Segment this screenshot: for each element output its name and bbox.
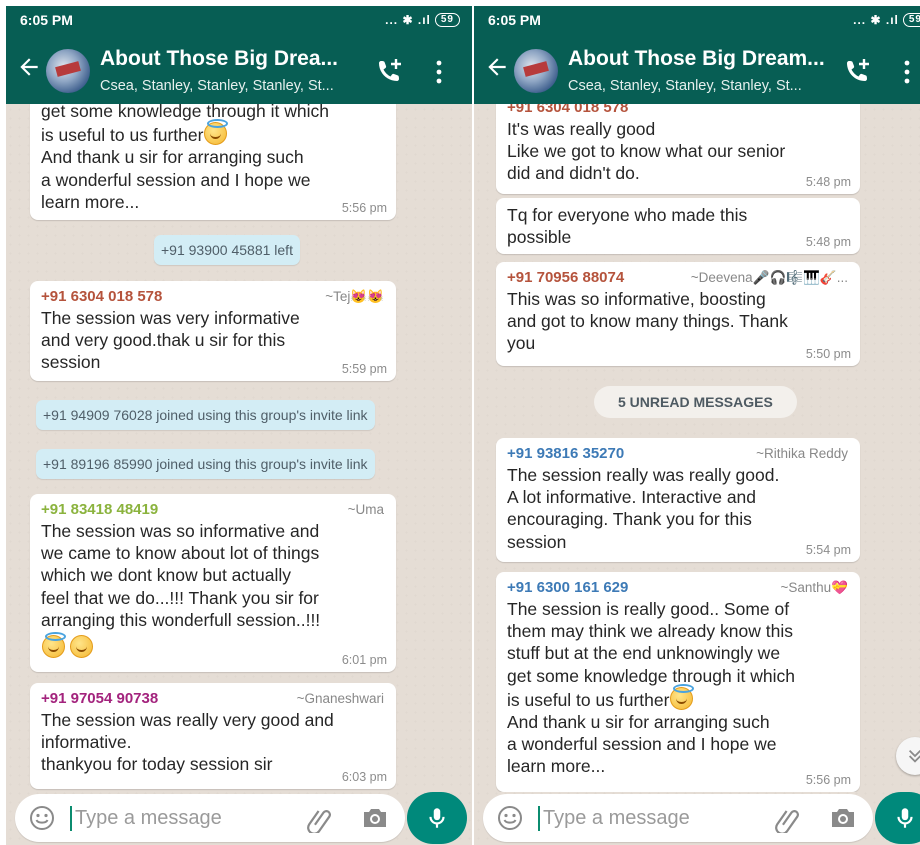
- message-text: The session really was really good. A lo…: [507, 465, 780, 552]
- message-input[interactable]: [75, 801, 285, 835]
- smiling-halo-emoji-icon: [670, 683, 695, 710]
- status-time: 6:05 PM: [20, 12, 73, 28]
- message-time: 6:01 pm: [341, 653, 387, 667]
- message-time: 5:54 pm: [805, 543, 851, 557]
- group-avatar[interactable]: [514, 49, 558, 93]
- microphone-icon: [897, 808, 913, 828]
- message-time: 5:56 pm: [805, 773, 851, 787]
- sender-number[interactable]: +91 83418 48419: [41, 500, 386, 520]
- message-text: And thank u sir for arranging such a won…: [41, 147, 311, 212]
- add-call-icon[interactable]: [844, 58, 872, 84]
- chat-header: About Those Big Dream... Csea, Stanley, …: [474, 34, 920, 104]
- group-title[interactable]: About Those Big Dream...: [568, 47, 825, 71]
- message-text: get some knowledge through it which is u…: [41, 104, 329, 146]
- status-time: 6:05 PM: [488, 12, 541, 28]
- voice-record-button[interactable]: [407, 792, 467, 844]
- system-notice: +91 93900 45881 left: [154, 235, 300, 265]
- message-text: The session was so informative and we ca…: [41, 521, 321, 630]
- message-bubble[interactable]: +91 70956 88074 ~Deevena🎤🎧🎼🎹🎸... This wa…: [496, 262, 860, 366]
- sender-alias: ~Uma: [347, 502, 384, 517]
- back-arrow-icon[interactable]: [484, 54, 510, 80]
- group-avatar[interactable]: [46, 49, 90, 93]
- microphone-icon: [429, 808, 445, 828]
- more-options-icon[interactable]: [434, 60, 444, 84]
- message-bubble[interactable]: +91 83418 48419 ~Uma The session was so …: [30, 494, 396, 672]
- message-time: 5:59 pm: [341, 362, 387, 376]
- smiling-halo-emoji-icon: [204, 119, 229, 146]
- message-bubble[interactable]: +91 93816 35270 ~Rithika Reddy The sessi…: [496, 438, 860, 562]
- sender-number[interactable]: +91 6304 018 578: [507, 104, 850, 118]
- more-options-icon[interactable]: [902, 60, 912, 84]
- status-bar: 6:05 PM ... ✱ .ıl 59: [6, 6, 472, 34]
- unread-messages-divider: 5 UNREAD MESSAGES: [594, 386, 797, 418]
- message-time: 6:03 pm: [341, 770, 387, 784]
- message-composer: [483, 794, 873, 842]
- sender-alias: ~Tej😻😻: [325, 289, 384, 304]
- battery-icon: 59: [902, 13, 920, 27]
- status-bar: 6:05 PM ... ✱ .ıl 59: [474, 6, 920, 34]
- signal-icons: ... ✱ .ıl 59: [853, 13, 920, 27]
- voice-record-button[interactable]: [875, 792, 920, 844]
- message-input[interactable]: [543, 801, 753, 835]
- sender-alias: ~Deevena🎤🎧🎼🎹🎸...: [690, 270, 848, 285]
- group-title[interactable]: About Those Big Drea...: [100, 47, 338, 71]
- scroll-down-button[interactable]: [896, 737, 920, 775]
- back-arrow-icon[interactable]: [16, 54, 42, 80]
- double-chevron-down-icon: [908, 749, 920, 763]
- sender-alias: ~Gnaneshwari: [296, 691, 384, 706]
- message-time: 5:50 pm: [805, 347, 851, 361]
- battery-icon: 59: [434, 13, 460, 27]
- emoji-icon[interactable]: [29, 805, 55, 831]
- message-text: The session was really very good and inf…: [41, 710, 334, 775]
- attach-icon[interactable]: [773, 805, 801, 833]
- message-text: The session is really good.. Some of the…: [507, 599, 795, 710]
- message-list[interactable]: +91 6304 018 578 It's was really good Li…: [474, 104, 920, 792]
- system-notice: +91 89196 85990 joined using this group'…: [36, 449, 375, 479]
- message-bubble[interactable]: +91 6304 018 578 ~Tej😻😻 The session was …: [30, 281, 396, 381]
- message-bubble[interactable]: get some knowledge through it which is u…: [30, 104, 396, 220]
- camera-icon[interactable]: [829, 806, 857, 830]
- smiling-halo-emoji-icon: [42, 632, 66, 659]
- system-notice: +91 94909 76028 joined using this group'…: [36, 400, 375, 430]
- smiling-emoji-icon: [70, 635, 94, 659]
- left-chat-screen: 6:05 PM ... ✱ .ıl 59 About Those Big Dre…: [6, 6, 472, 845]
- message-composer: [15, 794, 405, 842]
- message-bubble[interactable]: +91 6300 161 629 ~Santhu💝 The session is…: [496, 572, 860, 792]
- attach-icon[interactable]: [305, 805, 333, 833]
- message-text: This was so informative, boosting and go…: [507, 289, 788, 354]
- sender-alias: ~Rithika Reddy: [756, 446, 848, 461]
- signal-icons: ... ✱ .ıl 59: [385, 13, 460, 27]
- message-text: It's was really good Like we got to know…: [507, 119, 786, 184]
- text-caret: [538, 806, 540, 831]
- message-time: 5:48 pm: [805, 235, 851, 249]
- emoji-icon[interactable]: [497, 805, 523, 831]
- message-bubble[interactable]: Tq for everyone who made this possible 5…: [496, 198, 860, 254]
- group-members[interactable]: Csea, Stanley, Stanley, Stanley, St...: [568, 78, 802, 94]
- message-bubble[interactable]: +91 6304 018 578 It's was really good Li…: [496, 104, 860, 194]
- message-text: The session was very informative and ver…: [41, 308, 300, 373]
- message-time: 5:56 pm: [341, 201, 387, 215]
- group-members[interactable]: Csea, Stanley, Stanley, Stanley, St...: [100, 78, 334, 94]
- chat-header: About Those Big Drea... Csea, Stanley, S…: [6, 34, 472, 104]
- camera-icon[interactable]: [361, 806, 389, 830]
- message-text: And thank u sir for arranging such a won…: [507, 712, 777, 777]
- message-list[interactable]: get some knowledge through it which is u…: [6, 104, 472, 792]
- message-text: Tq for everyone who made this possible: [507, 205, 748, 248]
- message-bubble[interactable]: +91 97054 90738 ~Gnaneshwari The session…: [30, 683, 396, 789]
- add-call-icon[interactable]: [376, 58, 404, 84]
- sender-alias: ~Santhu💝: [780, 580, 848, 595]
- right-chat-screen: 6:05 PM ... ✱ .ıl 59 About Those Big Dre…: [474, 6, 920, 845]
- message-time: 5:48 pm: [805, 175, 851, 189]
- emoji-row: [41, 632, 386, 659]
- text-caret: [70, 806, 72, 831]
